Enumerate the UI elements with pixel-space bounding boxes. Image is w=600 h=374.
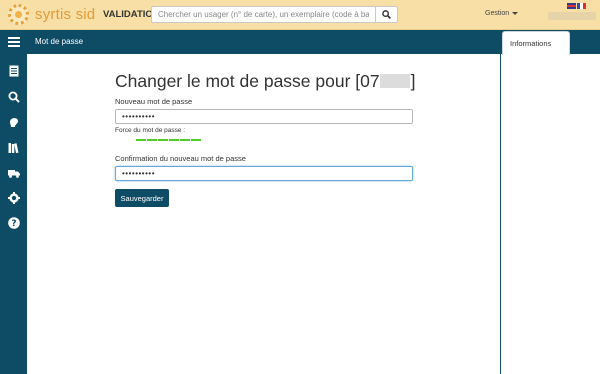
search-button[interactable] — [376, 6, 398, 23]
chevron-down-icon — [512, 11, 519, 15]
brand-name[interactable]: syrtis sid — [35, 6, 95, 23]
info-panel: Informations — [500, 30, 600, 374]
top-header: syrtis sid VALIDATION Gestion — [0, 0, 600, 30]
flag-english-icon[interactable] — [567, 3, 576, 9]
strength-segment — [158, 139, 168, 141]
tab-informations[interactable]: Informations — [502, 31, 570, 55]
help-icon[interactable]: ? — [8, 217, 20, 229]
search-input[interactable] — [151, 6, 376, 23]
strength-segment — [147, 139, 157, 141]
catalog-icon[interactable] — [8, 65, 20, 77]
user-menu[interactable] — [548, 12, 596, 20]
save-button[interactable]: Sauvegarder — [115, 189, 169, 207]
gestion-menu-label: Gestion — [485, 10, 510, 17]
books-icon[interactable] — [8, 142, 20, 154]
flag-french-icon[interactable] — [577, 3, 586, 9]
search-icon — [382, 10, 391, 19]
search-icon[interactable] — [8, 91, 20, 103]
form-heading: Changer le mot de passe pour [07] — [115, 71, 416, 92]
logo-icon[interactable] — [8, 4, 29, 25]
heading-bracket: ] — [410, 71, 416, 91]
redacted-card-number — [379, 74, 410, 88]
page-title: Mot de passe — [35, 37, 84, 46]
strength-segment — [180, 139, 190, 141]
strength-segment — [191, 139, 201, 141]
new-password-field[interactable] — [115, 109, 413, 124]
strength-label: Force du mot de passe : — [115, 127, 186, 134]
confirm-password-label: Confirmation du nouveau mot de passe — [115, 154, 246, 163]
gestion-menu[interactable]: Gestion — [485, 10, 519, 17]
left-sidebar: ? — [0, 30, 27, 374]
heading-text: Changer le mot de passe pour [07 — [115, 71, 380, 91]
confirm-password-field[interactable] — [115, 166, 413, 181]
gear-icon[interactable] — [8, 192, 20, 204]
user-icon[interactable] — [8, 116, 20, 128]
truck-icon[interactable] — [8, 167, 20, 179]
hamburger-menu-icon[interactable] — [8, 36, 20, 48]
page-title-bar: Mot de passe — [27, 30, 500, 54]
strength-segment — [136, 139, 146, 141]
new-password-label: Nouveau mot de passe — [115, 97, 193, 106]
svg-text:?: ? — [11, 219, 16, 229]
strength-segment — [169, 139, 179, 141]
